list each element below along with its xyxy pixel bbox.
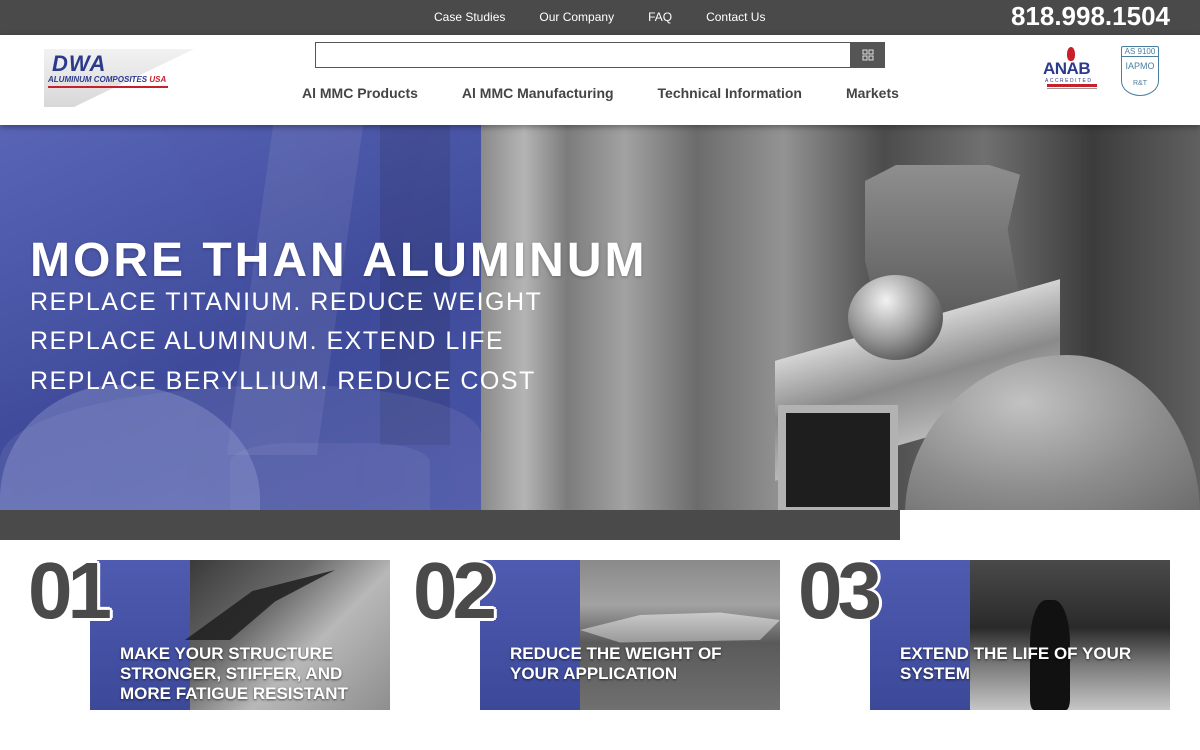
feature-number: 01 [28, 546, 112, 635]
nav-al-mmc-manufacturing[interactable]: Al MMC Manufacturing [462, 85, 614, 101]
main-nav: Al MMC Products Al MMC Manufacturing Tec… [302, 85, 943, 101]
top-link-faq[interactable]: FAQ [648, 10, 672, 24]
search-button[interactable] [850, 42, 885, 68]
anab-certification-logo: ANAB ACCREDITED [1043, 47, 1101, 95]
hero-line-aluminum: REPLACE ALUMINUM. EXTEND LIFE [30, 327, 505, 355]
feature-text: REDUCE THE WEIGHT OF YOUR APPLICATION [510, 644, 722, 684]
feature-card-blue-panel [480, 560, 580, 710]
feature-text-line: MAKE YOUR STRUCTURE [120, 644, 334, 663]
logo-underline [48, 86, 168, 88]
top-link-our-company[interactable]: Our Company [539, 10, 614, 24]
search-bar [315, 42, 885, 68]
phone-number[interactable]: 818.998.1504 [1011, 1, 1170, 32]
feature-text: EXTEND THE LIFE OF YOUR SYSTEM [900, 644, 1131, 684]
feature-card-life[interactable]: EXTEND THE LIFE OF YOUR SYSTEM [870, 560, 1170, 710]
top-bar: Case Studies Our Company FAQ Contact Us … [0, 0, 1200, 35]
feature-text-line: MORE FATIGUE RESISTANT [120, 684, 348, 703]
top-links: Case Studies Our Company FAQ Contact Us [434, 10, 799, 24]
top-link-contact-us[interactable]: Contact Us [706, 10, 765, 24]
logo[interactable]: DWA ALUMINUM COMPOSITES USA [34, 45, 194, 107]
hero-title: MORE THAN ALUMINUM [30, 234, 648, 287]
iapmo-text: IAPMO [1125, 61, 1155, 71]
anab-fineprint [1047, 88, 1097, 94]
feature-number: 03 [798, 546, 882, 635]
feature-text-line: STRONGER, STIFFER, AND [120, 664, 343, 683]
hero-blue-overlay [0, 125, 481, 510]
logo-tagline: ALUMINUM COMPOSITES USA [48, 75, 166, 84]
hero-photo [481, 125, 1200, 510]
feature-card-blue-panel [870, 560, 970, 710]
hero-line-titanium: REPLACE TITANIUM. REDUCE WEIGHT [30, 288, 543, 316]
hero-nut-part [848, 275, 943, 360]
feature-card-photo [970, 560, 1170, 710]
iapmo-rt-text: R&T [1133, 80, 1147, 87]
iapmo-as9100-text: AS 9100 [1122, 47, 1158, 57]
nav-technical-information[interactable]: Technical Information [658, 85, 802, 101]
hero-banner: MORE THAN ALUMINUM REPLACE TITANIUM. RED… [0, 125, 1200, 510]
feature-text-line: EXTEND THE LIFE OF YOUR [900, 644, 1132, 663]
logo-tagline-text: ALUMINUM COMPOSITES [48, 75, 148, 84]
site-header: DWA ALUMINUM COMPOSITES USA Al MMC Produ… [0, 35, 1200, 125]
search-input[interactable] [315, 42, 851, 68]
nav-al-mmc-products[interactable]: Al MMC Products [302, 85, 418, 101]
iapmo-certification-badge: AS 9100 IAPMO R&T [1121, 46, 1159, 96]
feature-number: 02 [413, 546, 497, 635]
feature-text-line: SYSTEM [900, 664, 970, 683]
search-icon [862, 49, 873, 61]
feature-text-line: YOUR APPLICATION [510, 664, 678, 683]
logo-name: DWA [52, 51, 107, 76]
feature-text: MAKE YOUR STRUCTURE STRONGER, STIFFER, A… [120, 644, 348, 704]
hero-line-beryllium: REPLACE BERYLLIUM. REDUCE COST [30, 367, 536, 395]
feature-text-line: REDUCE THE WEIGHT OF [510, 644, 722, 663]
logo-tagline-usa: USA [149, 75, 167, 84]
hero-tube-part [778, 405, 898, 510]
feature-card-stronger[interactable]: MAKE YOUR STRUCTURE STRONGER, STIFFER, A… [90, 560, 390, 710]
anab-red-bar [1047, 84, 1097, 87]
nav-markets[interactable]: Markets [846, 85, 899, 101]
feature-card-weight[interactable]: REDUCE THE WEIGHT OF YOUR APPLICATION [480, 560, 780, 710]
hero-bottom-bar [0, 510, 900, 540]
hero-overlay-shape [230, 443, 430, 510]
anab-text: ANAB [1043, 59, 1091, 78]
top-link-case-studies[interactable]: Case Studies [434, 10, 505, 24]
